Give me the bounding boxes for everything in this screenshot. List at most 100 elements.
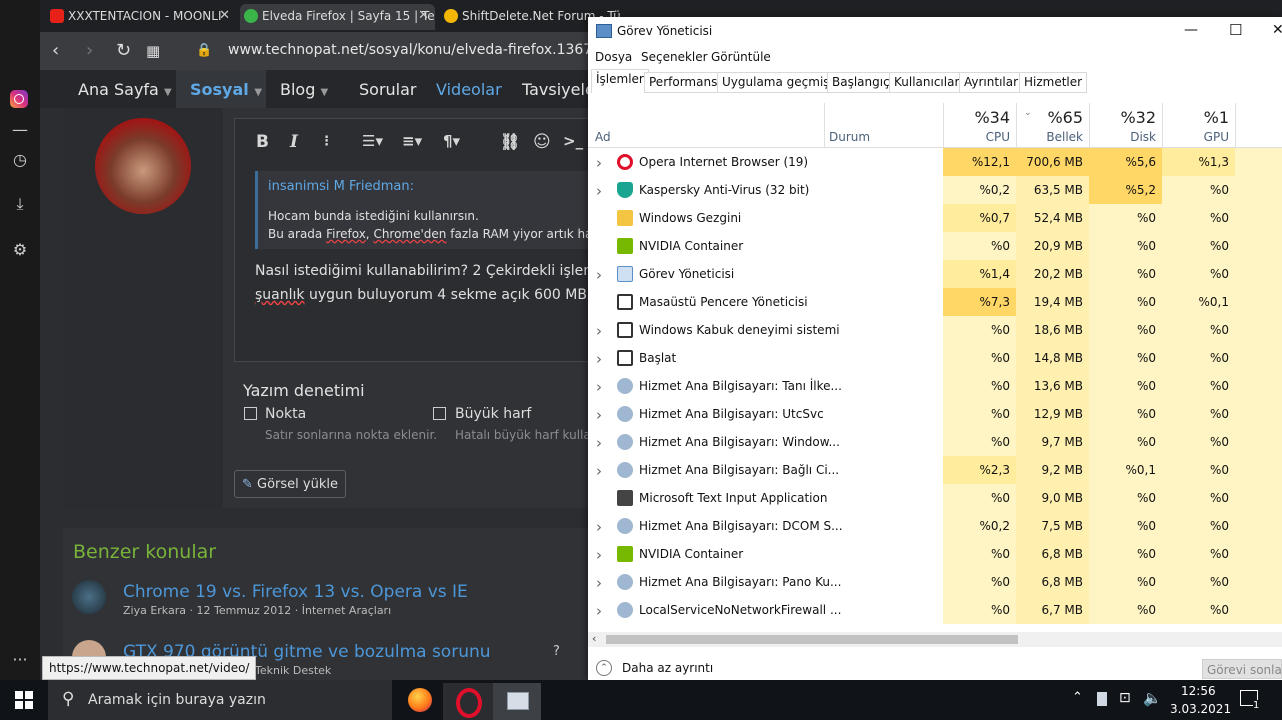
expand-chevron-icon[interactable]: › xyxy=(596,574,602,592)
scroll-left-icon[interactable]: ‹ xyxy=(592,632,596,645)
process-name: Görev Yöneticisi xyxy=(639,267,735,281)
disk-value: %5,6 xyxy=(1089,148,1162,176)
link-icon[interactable]: ⛓ xyxy=(500,132,520,151)
emoji-icon[interactable]: ☺ xyxy=(533,132,551,152)
nav-ana-sayfa[interactable]: Ana Sayfa ▼ xyxy=(78,80,172,99)
volume-icon[interactable]: 🔈 xyxy=(1143,689,1162,707)
close-icon[interactable]: ✕ xyxy=(418,4,429,28)
nav-sorular[interactable]: Sorular xyxy=(359,80,417,99)
taskbar-search[interactable]: ⚲ Aramak için buraya yazın xyxy=(48,680,392,720)
expand-chevron-icon[interactable]: › xyxy=(596,182,602,200)
expand-chevron-icon[interactable]: › xyxy=(596,378,602,396)
url-field[interactable]: www.technopat.net/sosyal/konu/elveda-fir… xyxy=(228,42,641,58)
chevron-up-icon[interactable]: ⌃ xyxy=(1072,690,1083,705)
disk-total[interactable]: %32 xyxy=(1096,108,1156,127)
horizontal-scrollbar[interactable]: ‹ xyxy=(588,632,1282,647)
fewer-details-link[interactable]: Daha az ayrıntı xyxy=(622,661,713,675)
nav-videolar[interactable]: Videolar xyxy=(436,80,502,99)
menu-goruntule[interactable]: Görüntüle xyxy=(711,50,771,64)
battery-icon[interactable] xyxy=(1097,692,1107,706)
menu-dosya[interactable]: Dosya xyxy=(595,50,632,64)
expand-chevron-icon[interactable]: › xyxy=(596,546,602,564)
italic-icon[interactable]: I xyxy=(290,132,298,152)
code-icon[interactable]: >_ xyxy=(563,132,583,150)
bold-icon[interactable]: B xyxy=(256,132,269,152)
align-icon[interactable]: ≡▾ xyxy=(402,132,422,150)
tab-label: XXXTENTACION - MOONLI xyxy=(68,9,222,23)
tab-islemler[interactable]: İşlemler xyxy=(591,69,649,93)
quote-author[interactable]: insanimsi M Friedman: xyxy=(268,179,414,194)
upload-image-button[interactable]: ✎ Görsel yükle xyxy=(234,470,346,498)
clock-date[interactable]: 3.03.2021 xyxy=(1170,702,1231,716)
minimize-icon[interactable]: — xyxy=(1184,22,1198,38)
taskmgr-taskbar-button[interactable] xyxy=(493,683,541,720)
expand-chevron-icon[interactable]: › xyxy=(596,434,602,452)
expand-chevron-icon[interactable]: › xyxy=(596,154,602,172)
end-task-button[interactable]: Görevi sonlan xyxy=(1202,659,1282,679)
back-icon[interactable]: ‹ xyxy=(52,41,59,61)
similar-topic-link[interactable]: Chrome 19 vs. Firefox 13 vs. Opera vs IE xyxy=(123,582,468,602)
tab-kullanicilar[interactable]: Kullanıcılar xyxy=(889,72,965,93)
cpu-column[interactable]: CPU xyxy=(950,130,1010,144)
nav-sosyal[interactable]: Sosyal ▼ xyxy=(190,80,262,99)
menu-secenekler[interactable]: Seçenekler xyxy=(641,50,708,64)
download-icon[interactable]: ⤓ xyxy=(10,194,30,214)
reload-icon[interactable]: ↻ xyxy=(116,41,131,61)
firefox-icon[interactable] xyxy=(408,688,432,712)
clock-time[interactable]: 12:56 xyxy=(1181,684,1216,698)
mem-value: 9,0 MB xyxy=(1016,484,1089,512)
expand-chevron-icon[interactable]: › xyxy=(596,462,602,480)
close-icon[interactable]: ✕ xyxy=(219,4,230,28)
instagram-icon[interactable] xyxy=(10,90,30,110)
tab-ayrintilar[interactable]: Ayrıntılar xyxy=(959,72,1024,93)
tab-technopat[interactable]: Elveda Firefox | Sayfa 15 | Te ✕ xyxy=(240,4,435,30)
reply-text[interactable]: Nasıl istediğimi kullanabilirim? 2 Çekir… xyxy=(255,259,622,307)
gpu-engine-cell xyxy=(1235,456,1282,484)
more-options-icon[interactable]: ⋮ xyxy=(320,134,333,149)
tab-uygulama-gecmisi[interactable]: Uygulama geçmişi xyxy=(717,72,838,93)
maximize-icon[interactable]: ☐ xyxy=(1229,21,1242,39)
avatar[interactable] xyxy=(95,118,191,214)
expand-chevron-icon[interactable]: › xyxy=(596,266,602,284)
nokta-checkbox[interactable] xyxy=(244,407,257,420)
tab-hizmetler[interactable]: Hizmetler xyxy=(1019,72,1088,93)
more-icon[interactable]: ··· xyxy=(10,650,30,670)
divider xyxy=(943,103,944,147)
expand-chevron-icon[interactable]: › xyxy=(596,350,602,368)
scroll-thumb[interactable] xyxy=(606,635,1018,644)
expand-chevron-icon[interactable]: › xyxy=(596,602,602,620)
expand-chevron-icon[interactable]: › xyxy=(596,406,602,424)
forward-icon[interactable]: › xyxy=(86,41,93,61)
cpu-value: %0 xyxy=(943,232,1016,260)
cpu-value: %0,7 xyxy=(943,204,1016,232)
memory-total[interactable]: %65 xyxy=(1023,108,1083,127)
history-icon[interactable]: ◷ xyxy=(10,150,30,170)
grid-icon[interactable]: ▦ xyxy=(146,41,160,61)
close-icon[interactable]: ✕ xyxy=(1272,22,1282,38)
collapse-icon[interactable]: ⌃ xyxy=(596,660,612,676)
buyuk-harf-checkbox[interactable] xyxy=(433,407,446,420)
network-icon[interactable]: ⊡ xyxy=(1119,690,1131,706)
gpu-column[interactable]: GPU xyxy=(1169,130,1229,144)
column-name[interactable]: Ad xyxy=(595,130,611,144)
tab-performans[interactable]: Performans xyxy=(644,72,723,93)
disk-column[interactable]: Disk xyxy=(1096,130,1156,144)
settings-icon[interactable]: ⚙ xyxy=(10,240,30,260)
windows-start-icon[interactable] xyxy=(15,691,33,713)
memory-column[interactable]: Bellek xyxy=(1023,130,1083,144)
mem-value: 13,6 MB xyxy=(1016,372,1089,400)
opera-taskbar-button[interactable] xyxy=(443,683,493,720)
nav-blog[interactable]: Blog ▼ xyxy=(280,80,328,99)
gpu-total[interactable]: %1 xyxy=(1169,108,1229,127)
list-icon[interactable]: ☰▾ xyxy=(362,132,383,150)
cpu-total[interactable]: %34 xyxy=(950,108,1010,127)
tab-youtube[interactable]: XXXTENTACION - MOONLI ✕ xyxy=(46,4,236,30)
expand-chevron-icon[interactable]: › xyxy=(596,518,602,536)
gpu-value: %0 xyxy=(1162,344,1235,372)
avatar[interactable] xyxy=(72,580,106,614)
disk-value: %0 xyxy=(1089,288,1162,316)
tab-baslangic[interactable]: Başlangıç xyxy=(827,72,895,93)
expand-chevron-icon[interactable]: › xyxy=(596,322,602,340)
paragraph-icon[interactable]: ¶▾ xyxy=(443,132,460,150)
column-status[interactable]: Durum xyxy=(829,130,870,144)
